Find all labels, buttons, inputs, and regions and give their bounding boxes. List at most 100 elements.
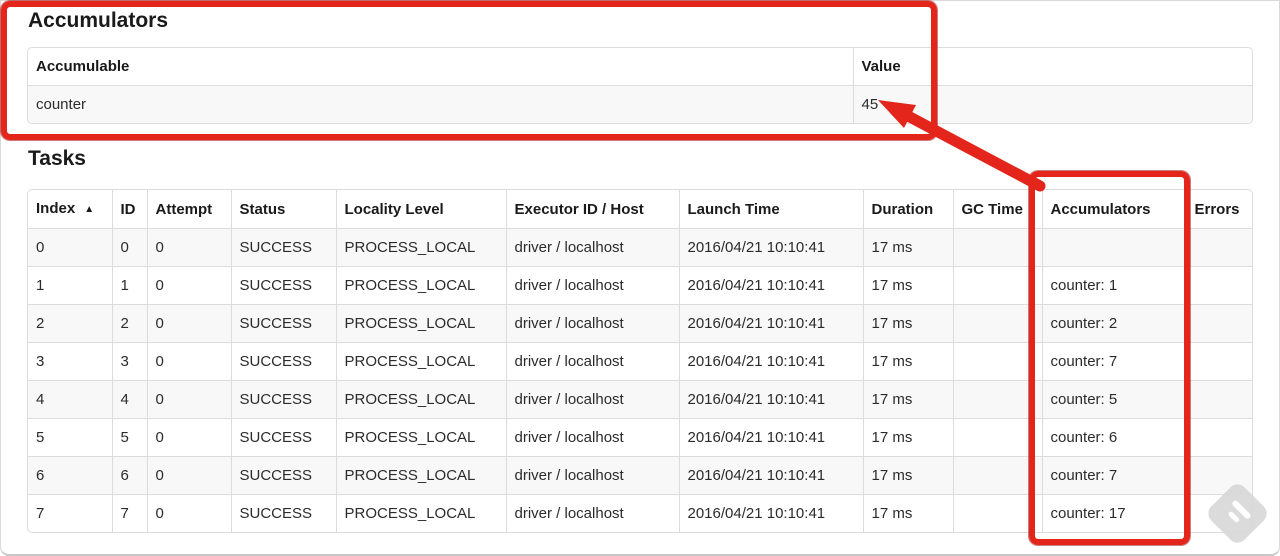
column-header[interactable]: Accumulators [1041, 190, 1186, 229]
table-cell [952, 228, 1042, 267]
table-cell: counter: 6 [1041, 418, 1186, 457]
table-cell: 2016/04/21 10:10:41 [678, 494, 863, 532]
table-header-row: Accumulable Value [28, 48, 1252, 86]
column-header[interactable]: Attempt [146, 190, 231, 229]
table-cell: 5 [28, 418, 112, 457]
table-cell: 17 ms [862, 228, 953, 267]
accumulators-table-grid: Accumulable Value counter 45 [28, 48, 1252, 123]
table-cell: 2016/04/21 10:10:41 [678, 304, 863, 343]
sort-ascending-icon: ▲ [84, 204, 95, 215]
table-cell: 0 [146, 418, 231, 457]
table-row: 6 6 0 SUCCESS PROCESS_LOCAL driver / localhos… [28, 456, 1252, 495]
table-cell [952, 266, 1042, 305]
table-cell: PROCESS_LOCAL [335, 304, 506, 343]
table-cell: 45 [852, 85, 1252, 123]
table-cell: 0 [146, 456, 231, 495]
table-cell: 17 ms [862, 380, 953, 419]
table-cell: 2016/04/21 10:10:41 [678, 228, 863, 267]
table-cell: counter [28, 85, 853, 123]
table-cell [952, 418, 1042, 457]
table-cell: 2016/04/21 10:10:41 [678, 266, 863, 305]
table-cell: 3 [111, 342, 147, 381]
table-cell: driver / localhost [505, 266, 679, 305]
table-cell: PROCESS_LOCAL [335, 456, 506, 495]
table-cell: 1 [111, 266, 147, 305]
column-header[interactable]: Accumulable [28, 48, 853, 86]
column-header[interactable]: Status [230, 190, 336, 229]
tasks-table: Index ▲ ID Attempt Status Locality Level Execu… [27, 189, 1253, 533]
table-cell: 0 [146, 304, 231, 343]
table-cell [1185, 418, 1252, 457]
table-cell: 17 ms [862, 266, 953, 305]
table-cell: 4 [111, 380, 147, 419]
table-row: 4 4 0 SUCCESS PROCESS_LOCAL driver / localhos… [28, 380, 1252, 419]
table-row: 7 7 0 SUCCESS PROCESS_LOCAL driver / localhos… [28, 494, 1252, 532]
table-cell: 2016/04/21 10:10:41 [678, 342, 863, 381]
tasks-section-title: Tasks [28, 147, 86, 170]
table-row: 5 5 0 SUCCESS PROCESS_LOCAL driver / localhos… [28, 418, 1252, 457]
table-cell [952, 494, 1042, 532]
watermark-glyph [1227, 510, 1241, 524]
table-row: 0 0 0 SUCCESS PROCESS_LOCAL driver / localhos… [28, 228, 1252, 267]
table-cell: 17 ms [862, 456, 953, 495]
table-cell: counter: 2 [1041, 304, 1186, 343]
table-body: 0 0 0 SUCCESS PROCESS_LOCAL driver / localhos… [28, 228, 1252, 532]
column-header[interactable]: Duration [862, 190, 953, 229]
table-cell: 6 [28, 456, 112, 495]
column-header[interactable]: Errors [1185, 190, 1252, 229]
accumulators-section-title: Accumulators [28, 9, 169, 32]
table-cell: 0 [146, 228, 231, 267]
table-cell: 2016/04/21 10:10:41 [678, 418, 863, 457]
column-header[interactable]: GC Time [952, 190, 1042, 229]
column-header[interactable]: ID [111, 190, 147, 229]
table-cell [952, 304, 1042, 343]
table-cell: driver / localhost [505, 380, 679, 419]
table-cell [952, 456, 1042, 495]
table-cell: 0 [146, 380, 231, 419]
table-cell: 0 [146, 266, 231, 305]
table-cell: counter: 1 [1041, 266, 1186, 305]
table-cell: SUCCESS [230, 228, 336, 267]
table-body: counter 45 [28, 85, 1252, 123]
table-cell: counter: 5 [1041, 380, 1186, 419]
table-cell [1185, 228, 1252, 267]
column-header[interactable]: Locality Level [335, 190, 506, 229]
table-cell: SUCCESS [230, 304, 336, 343]
table-cell: counter: 7 [1041, 456, 1186, 495]
table-cell: SUCCESS [230, 456, 336, 495]
column-header[interactable]: Executor ID / Host [505, 190, 679, 229]
table-cell [1185, 266, 1252, 305]
table-cell: 0 [146, 494, 231, 532]
column-header[interactable]: Value [852, 48, 1252, 86]
table-cell: PROCESS_LOCAL [335, 380, 506, 419]
table-cell: 2 [111, 304, 147, 343]
table-cell: PROCESS_LOCAL [335, 266, 506, 305]
table-cell: driver / localhost [505, 494, 679, 532]
table-cell: 1 [28, 266, 112, 305]
table-cell: 7 [28, 494, 112, 532]
column-header[interactable]: Index ▲ [28, 190, 112, 229]
table-cell: PROCESS_LOCAL [335, 494, 506, 532]
table-cell: 17 ms [862, 418, 953, 457]
table-cell: counter: 7 [1041, 342, 1186, 381]
table-cell: 0 [111, 228, 147, 267]
table-cell: driver / localhost [505, 304, 679, 343]
table-row: 2 2 0 SUCCESS PROCESS_LOCAL driver / localhos… [28, 304, 1252, 343]
table-cell: 0 [28, 228, 112, 267]
table-cell: 3 [28, 342, 112, 381]
table-cell: SUCCESS [230, 342, 336, 381]
column-header[interactable]: Launch Time [678, 190, 863, 229]
table-cell: 6 [111, 456, 147, 495]
table-cell: SUCCESS [230, 494, 336, 532]
table-cell: SUCCESS [230, 266, 336, 305]
table-cell: driver / localhost [505, 456, 679, 495]
table-cell [1041, 228, 1186, 267]
table-cell: 7 [111, 494, 147, 532]
table-header-row: Index ▲ ID Attempt Status Locality Level Execu… [28, 190, 1252, 229]
table-cell: 17 ms [862, 494, 953, 532]
table-cell [1185, 304, 1252, 343]
table-cell [1185, 380, 1252, 419]
table-cell: counter: 17 [1041, 494, 1186, 532]
table-cell: driver / localhost [505, 342, 679, 381]
table-row: 1 1 0 SUCCESS PROCESS_LOCAL driver / localhos… [28, 266, 1252, 305]
